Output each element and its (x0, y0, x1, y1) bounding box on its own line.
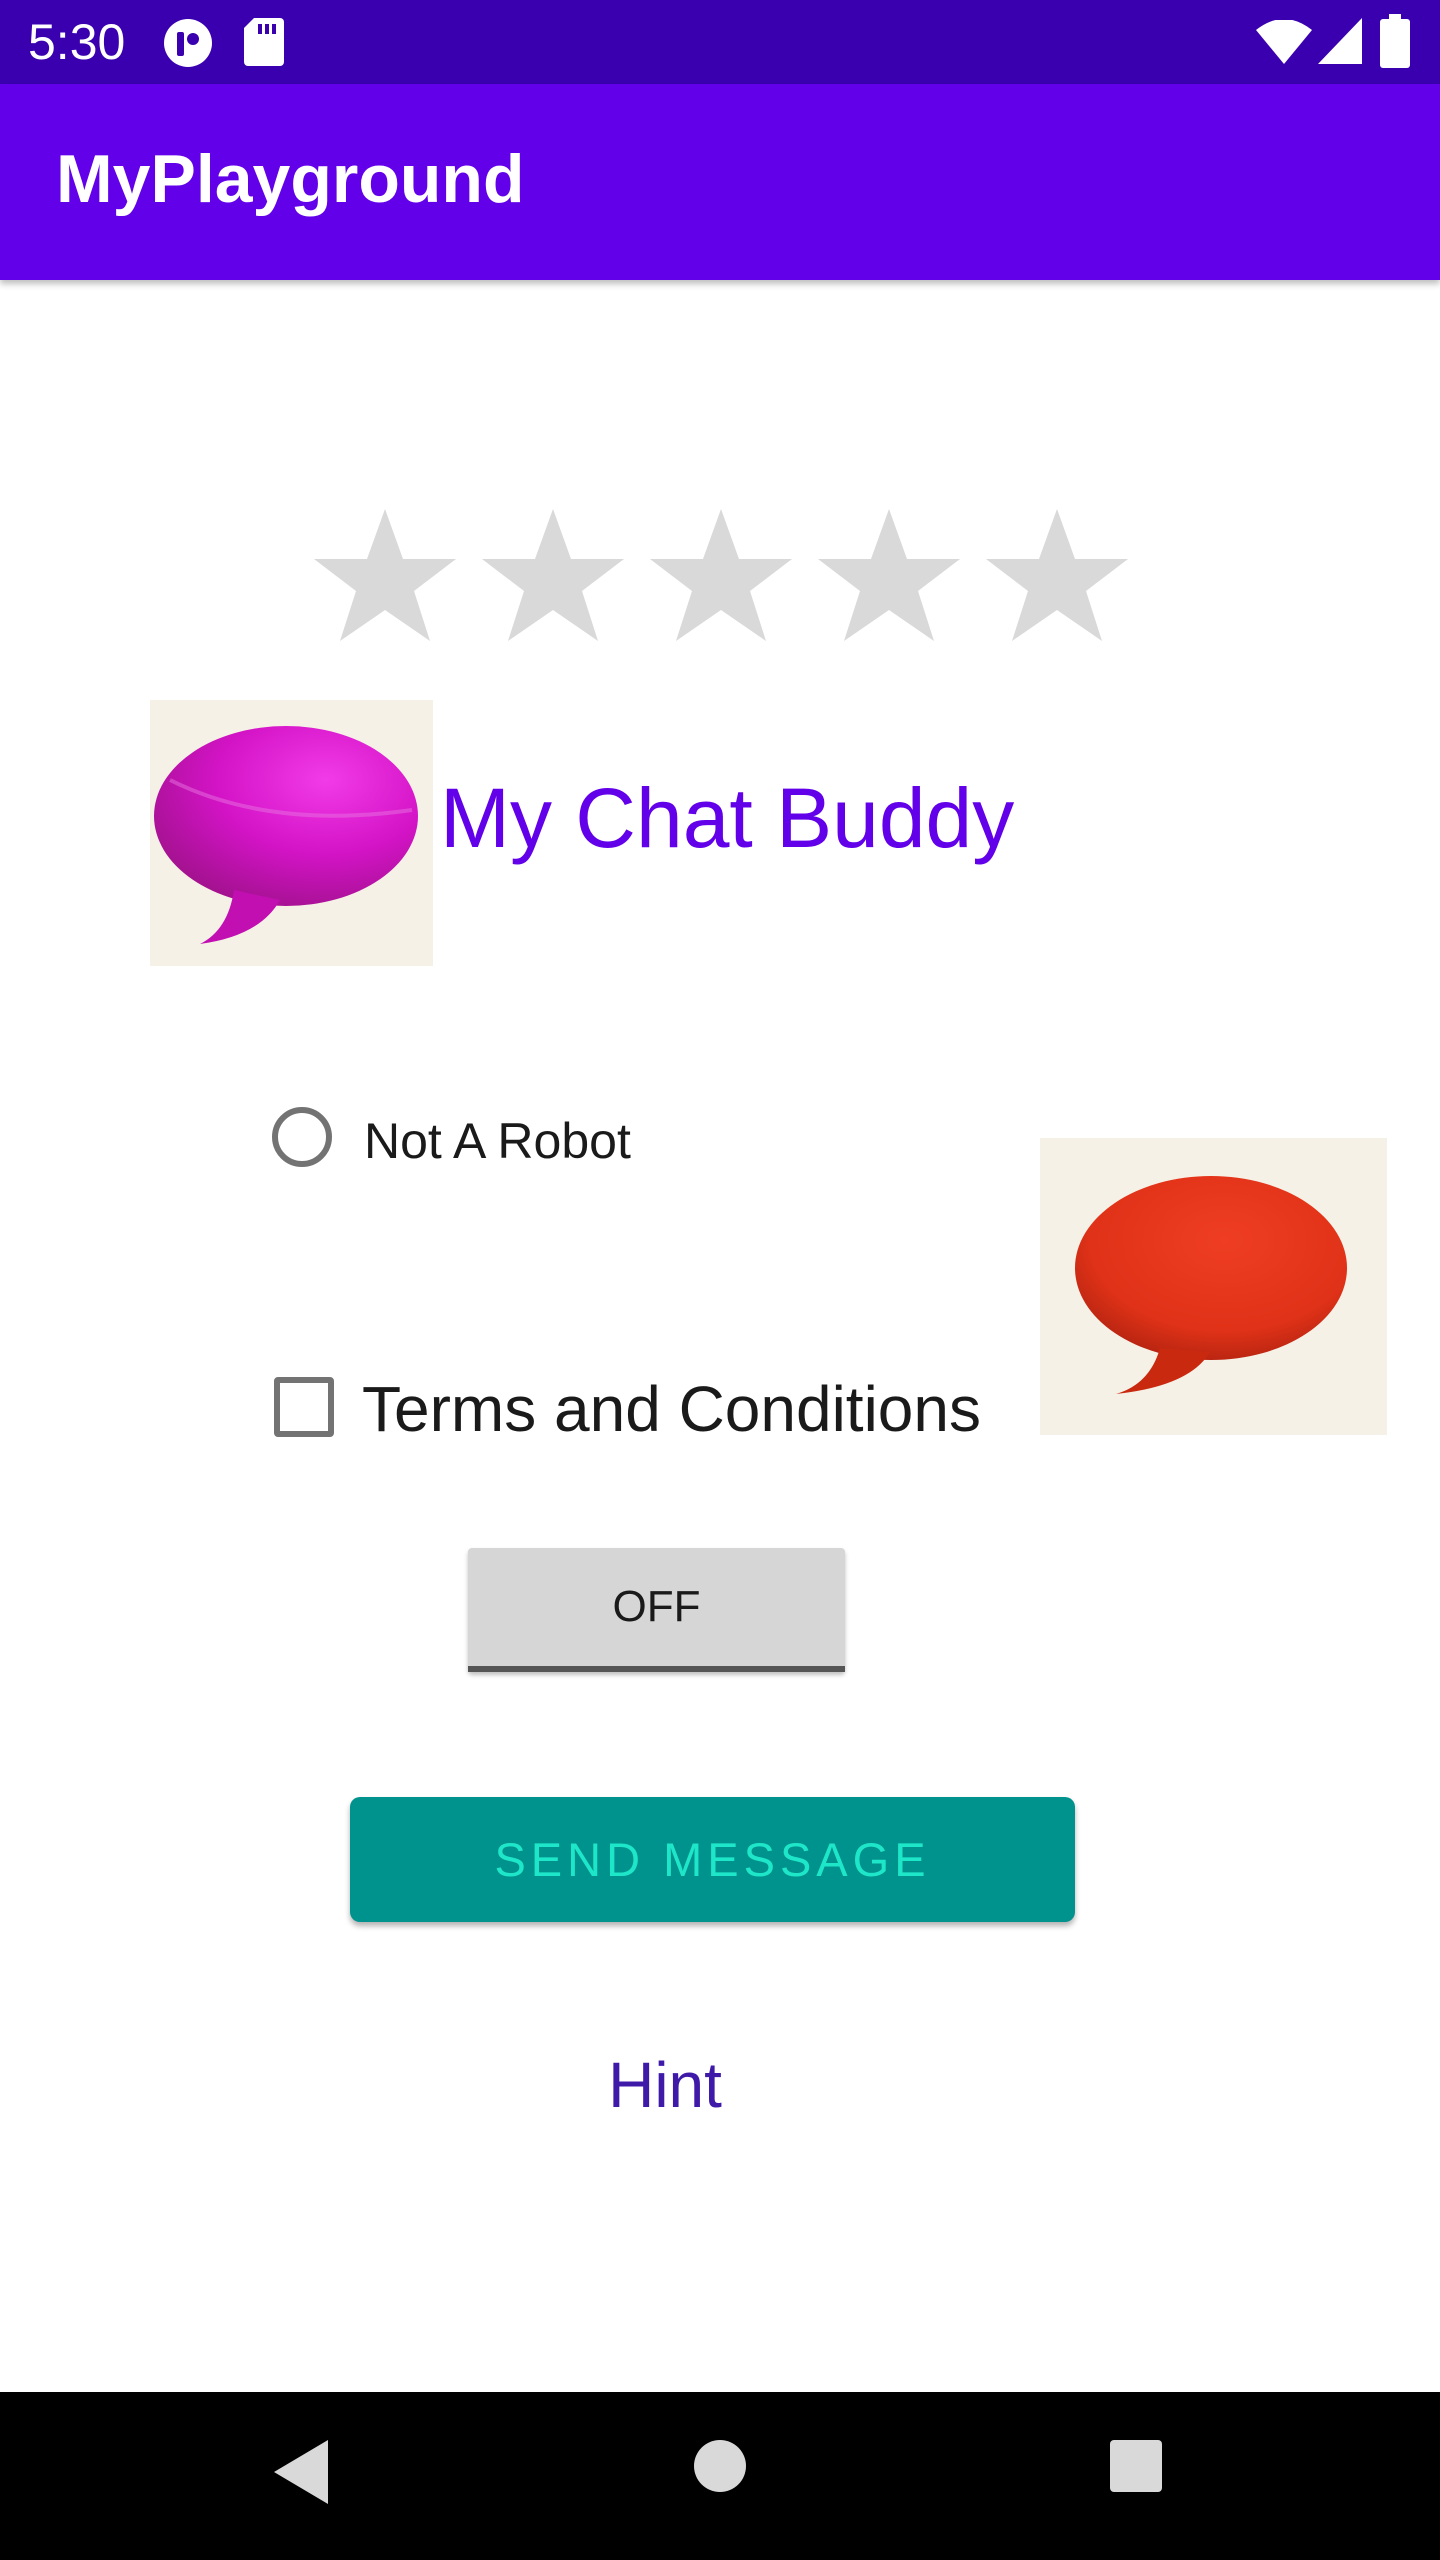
star-icon[interactable] (814, 505, 964, 645)
recents-icon[interactable] (1108, 2438, 1164, 2494)
toggle-indicator (468, 1666, 845, 1672)
checkbox-label[interactable]: Terms and Conditions (362, 1373, 981, 1445)
battery-icon (1380, 14, 1410, 68)
status-bar: 5:30 (0, 0, 1440, 84)
app-notification-icon (164, 19, 212, 67)
magenta-speech-bubble-icon (154, 726, 418, 944)
chat-buddy-image (150, 700, 433, 966)
app-screen: 5:30 MyPlayground My Chat Buddy Not A Ro… (0, 0, 1440, 2560)
star-icon[interactable] (310, 505, 460, 645)
home-icon[interactable] (690, 2436, 750, 2496)
star-icon[interactable] (646, 505, 796, 645)
toggle-label: OFF (612, 1582, 701, 1631)
rating-bar[interactable] (310, 505, 1130, 645)
toggle-button[interactable]: OFF (468, 1548, 845, 1672)
wifi-icon (1256, 20, 1312, 64)
radio-label[interactable]: Not A Robot (364, 1111, 631, 1171)
status-time: 5:30 (28, 14, 126, 70)
app-title: MyPlayground (56, 141, 525, 217)
hint-text[interactable]: Hint (560, 2040, 770, 2130)
app-bar: MyPlayground (0, 84, 1440, 280)
back-icon[interactable] (270, 2436, 334, 2508)
send-message-label: SEND MESSAGE (494, 1833, 931, 1886)
cellular-signal-icon (1318, 18, 1362, 64)
checkbox-box[interactable] (274, 1377, 334, 1437)
sd-card-icon (244, 18, 284, 66)
navigation-bar (0, 2392, 1440, 2560)
red-speech-bubble-icon (1075, 1176, 1347, 1394)
radio-circle[interactable] (272, 1107, 332, 1167)
send-message-button[interactable]: SEND MESSAGE (350, 1797, 1075, 1922)
chat-buddy-title: My Chat Buddy (440, 771, 1015, 865)
side-chat-image (1040, 1138, 1387, 1435)
star-icon[interactable] (478, 505, 628, 645)
star-icon[interactable] (982, 505, 1132, 645)
